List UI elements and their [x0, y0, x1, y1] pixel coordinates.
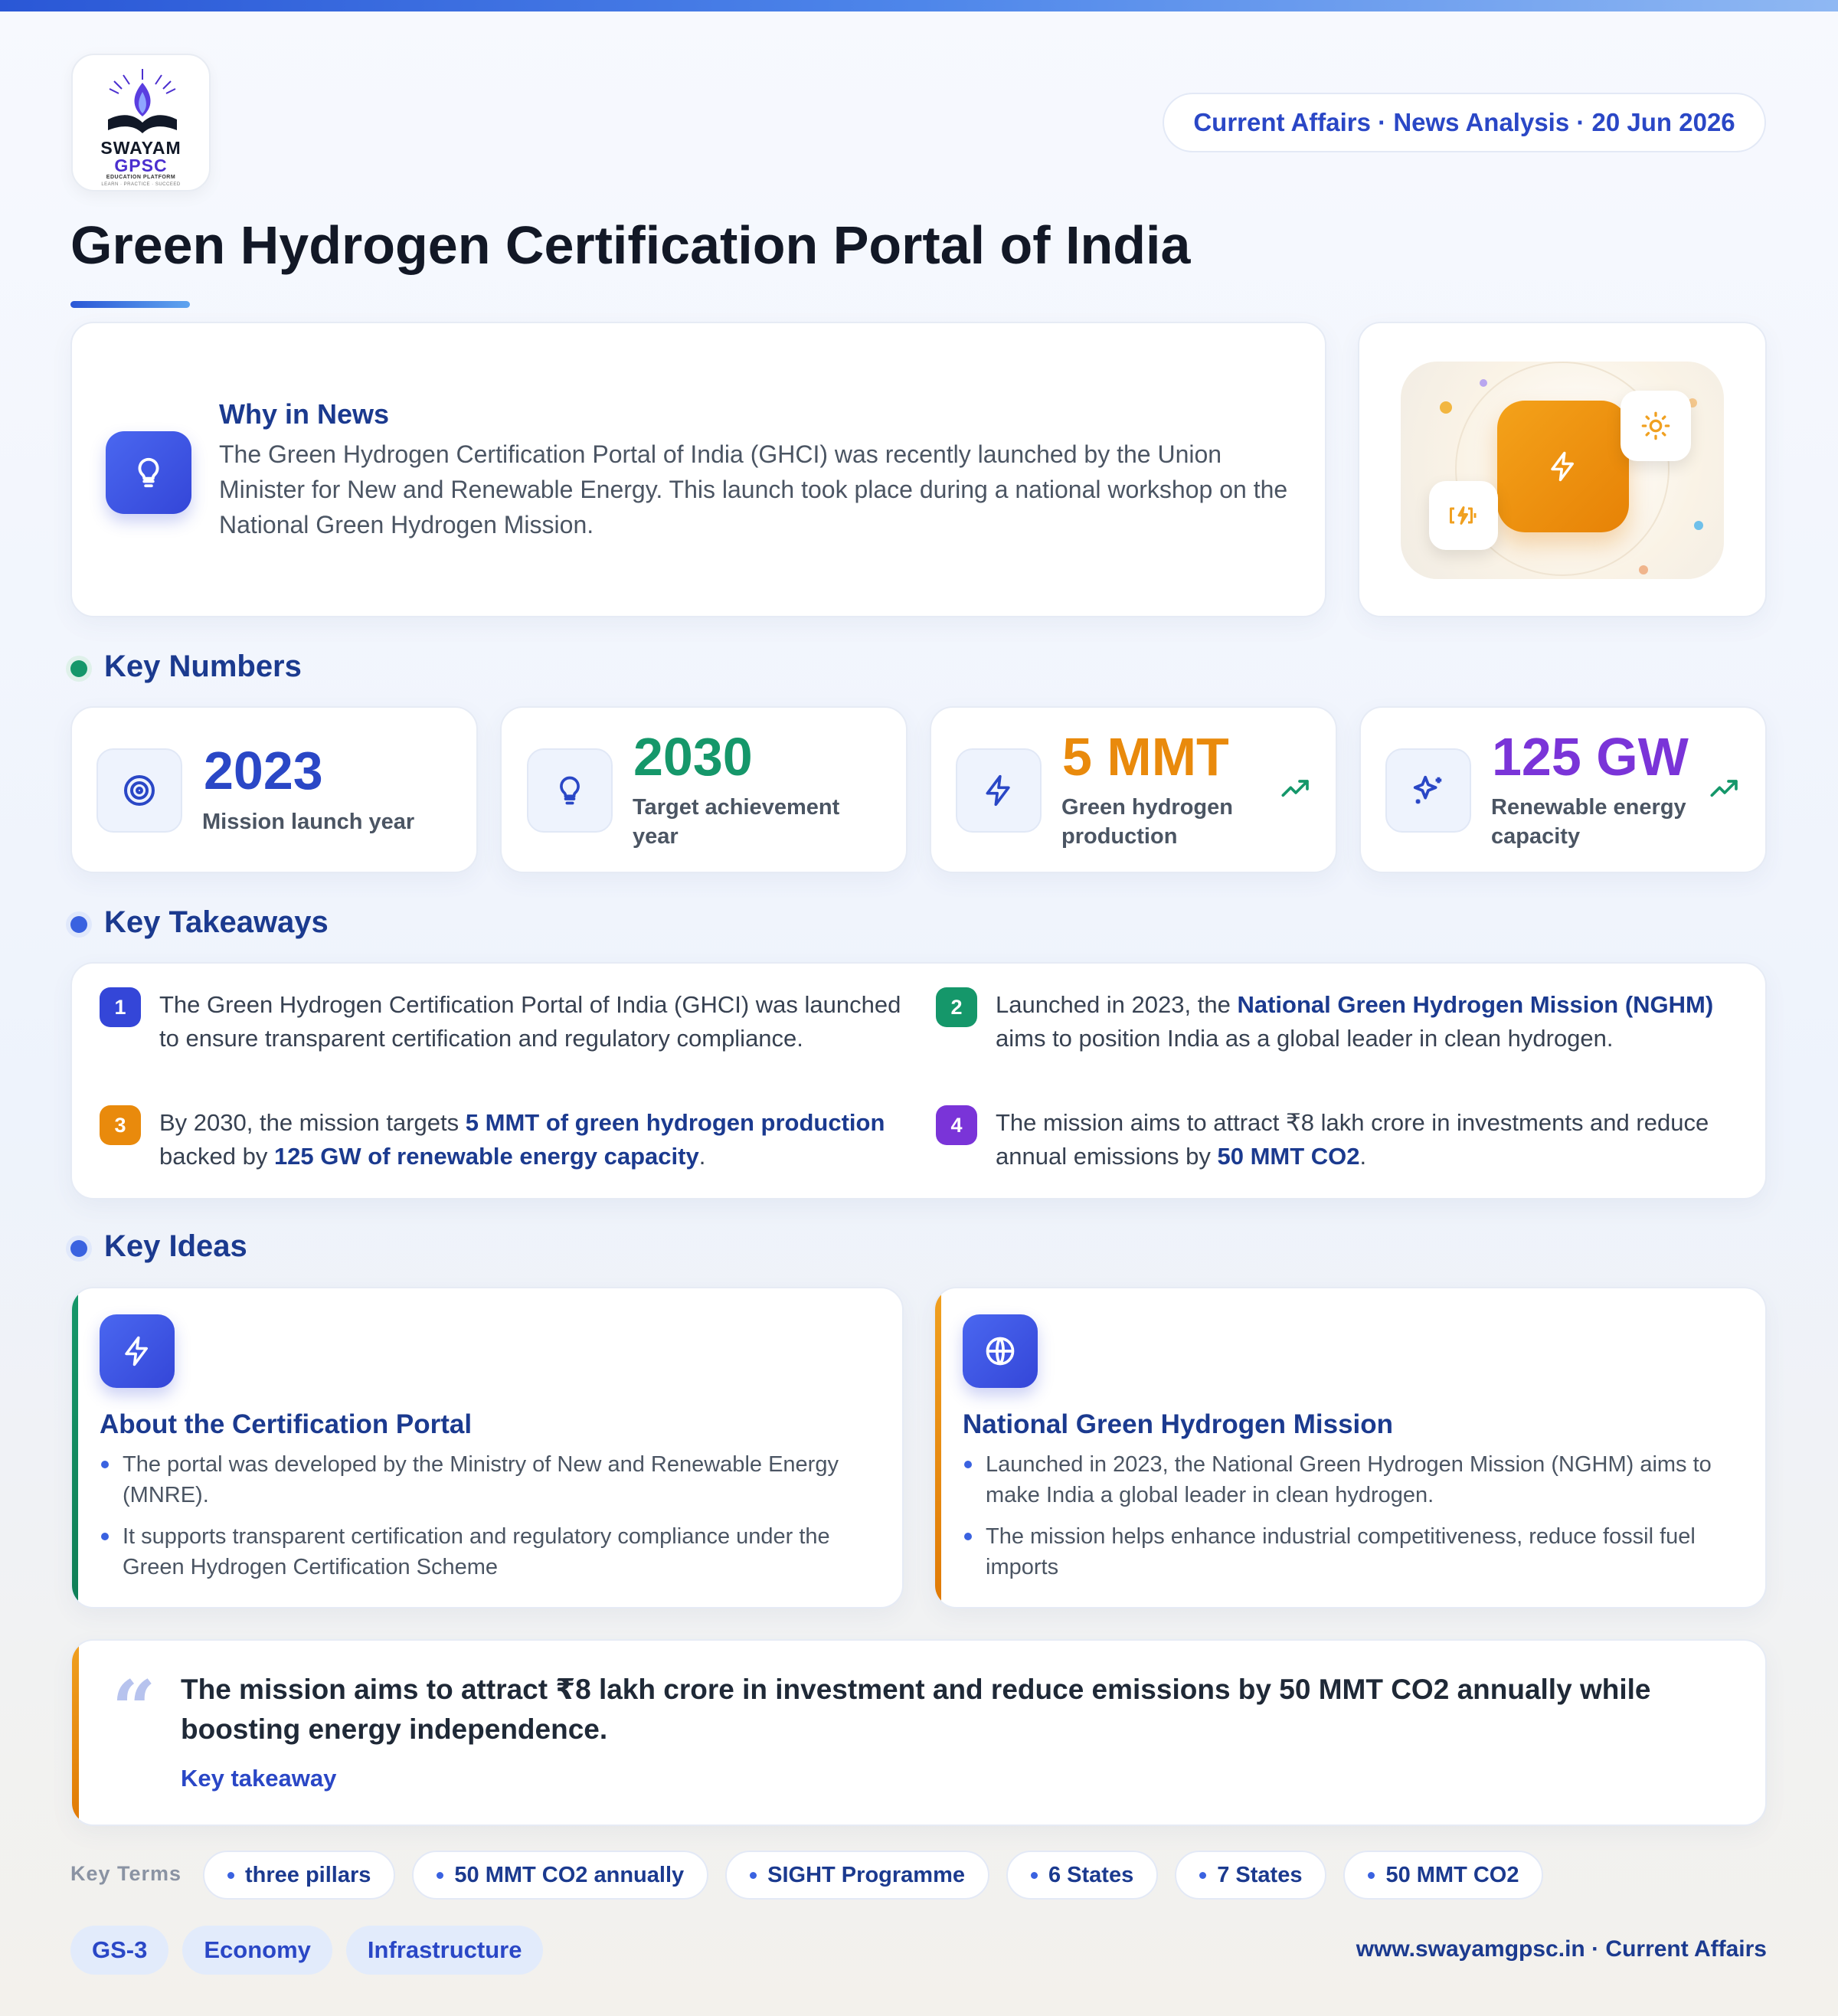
tag-gs3[interactable]: GS-3 [70, 1926, 169, 1975]
stat-value: 125 GW [1492, 727, 1689, 787]
key-numbers-heading: Key Numbers [104, 650, 302, 683]
lightbulb-icon [527, 748, 613, 833]
key-ideas-dot [70, 1240, 87, 1257]
key-term-chip[interactable]: three pillars [203, 1851, 396, 1900]
logo-flame-book-icon [108, 69, 177, 133]
key-takeaways-heading: Key Takeaways [104, 905, 329, 939]
idea-points: Launched in 2023, the National Green Hyd… [963, 1449, 1736, 1593]
stat-value: 2030 [633, 727, 753, 787]
quote-text: The mission aims to attract ₹8 lakh cror… [181, 1674, 1651, 1745]
bolt-icon [956, 748, 1042, 833]
idea-point: Launched in 2023, the National Green Hyd… [963, 1449, 1736, 1510]
logo-text-platform: EDUCATION PLATFORM [106, 175, 176, 180]
key-takeaways-dot [70, 916, 87, 933]
takeaway-number: 4 [936, 1105, 977, 1145]
footer-website[interactable]: www.swayamgpsc.in · Current Affairs [1356, 1936, 1767, 1962]
sparkle-icon [1385, 748, 1471, 833]
takeaway-text: The Green Hydrogen Certification Portal … [159, 991, 901, 1052]
takeaway-text: Launched in 2023, the National Green Hyd… [996, 991, 1714, 1052]
takeaway-text: The mission aims to attract ₹8 lakh cror… [996, 1109, 1709, 1170]
idea-title: About the Certification Portal [100, 1409, 473, 1439]
why-in-news-text: The Green Hydrogen Certification Portal … [219, 440, 1288, 538]
tag-infrastructure[interactable]: Infrastructure [345, 1926, 544, 1975]
idea-point: The portal was developed by the Ministry… [100, 1449, 873, 1510]
idea-point: The mission helps enhance industrial com… [963, 1521, 1736, 1582]
top-accent-bar [0, 0, 1838, 11]
key-term-chip[interactable]: 6 States [1006, 1851, 1159, 1900]
key-terms-chips: three pillars 50 MMT CO2 annually SIGHT … [203, 1851, 1544, 1900]
page-title: Green Hydrogen Certification Portal of I… [70, 215, 1191, 275]
takeaway-number: 2 [936, 987, 977, 1027]
trend-up-icon [1281, 780, 1309, 797]
trend-up-icon [1710, 780, 1738, 797]
topic-tags: GS-3 Economy Infrastructure [70, 1926, 544, 1975]
target-icon [96, 748, 182, 833]
takeaway-number: 3 [100, 1105, 141, 1145]
key-terms-label: Key Terms [70, 1862, 182, 1885]
quote-label: Key takeaway [181, 1765, 337, 1792]
idea-card-hydrogen-mission: National Green Hydrogen Mission Launched… [934, 1287, 1767, 1609]
stat-value: 2023 [204, 741, 323, 800]
key-term-chip[interactable]: 50 MMT CO2 [1343, 1851, 1544, 1900]
takeaway-text: By 2030, the mission targets 5 MMT of gr… [159, 1109, 885, 1170]
idea-title: National Green Hydrogen Mission [963, 1409, 1394, 1439]
idea-points: The portal was developed by the Ministry… [100, 1449, 873, 1593]
stat-label: Renewable energy capacity [1491, 795, 1686, 849]
key-term-chip[interactable]: 7 States [1175, 1851, 1327, 1900]
quote-mark-icon: “ [112, 1664, 156, 1754]
globe-icon [963, 1314, 1038, 1388]
takeaway-number: 1 [100, 987, 141, 1027]
sun-icon [1621, 391, 1691, 461]
stat-value: 5 MMT [1062, 727, 1229, 787]
bolt-icon [100, 1314, 175, 1388]
idea-card-certification-portal: About the Certification Portal The porta… [70, 1287, 904, 1609]
key-term-chip[interactable]: 50 MMT CO2 annually [412, 1851, 709, 1900]
stat-label: Green hydrogen production [1061, 795, 1233, 849]
tag-economy[interactable]: Economy [182, 1926, 332, 1975]
stat-label: Target achievement year [633, 795, 840, 849]
key-ideas-heading: Key Ideas [104, 1229, 247, 1263]
logo: SWAYAM GPSC EDUCATION PLATFORM LEARN · P… [71, 54, 211, 191]
logo-text-tagline: LEARN · PRACTICE · SUCCEED [101, 182, 181, 187]
key-term-chip[interactable]: SIGHT Programme [725, 1851, 989, 1900]
battery-charging-icon [1429, 481, 1498, 550]
logo-text-gpsc: GPSC [114, 155, 168, 175]
idea-point: It supports transparent certification an… [100, 1521, 873, 1582]
title-underline [70, 301, 190, 308]
stat-label: Mission launch year [202, 810, 415, 834]
lightbulb-icon [106, 431, 191, 514]
key-numbers-dot [70, 660, 87, 677]
why-in-news-heading: Why in News [219, 398, 390, 430]
hero-bolt-icon [1497, 401, 1629, 532]
meta-pill: Current Affairs · News Analysis · 20 Jun… [1163, 93, 1766, 152]
